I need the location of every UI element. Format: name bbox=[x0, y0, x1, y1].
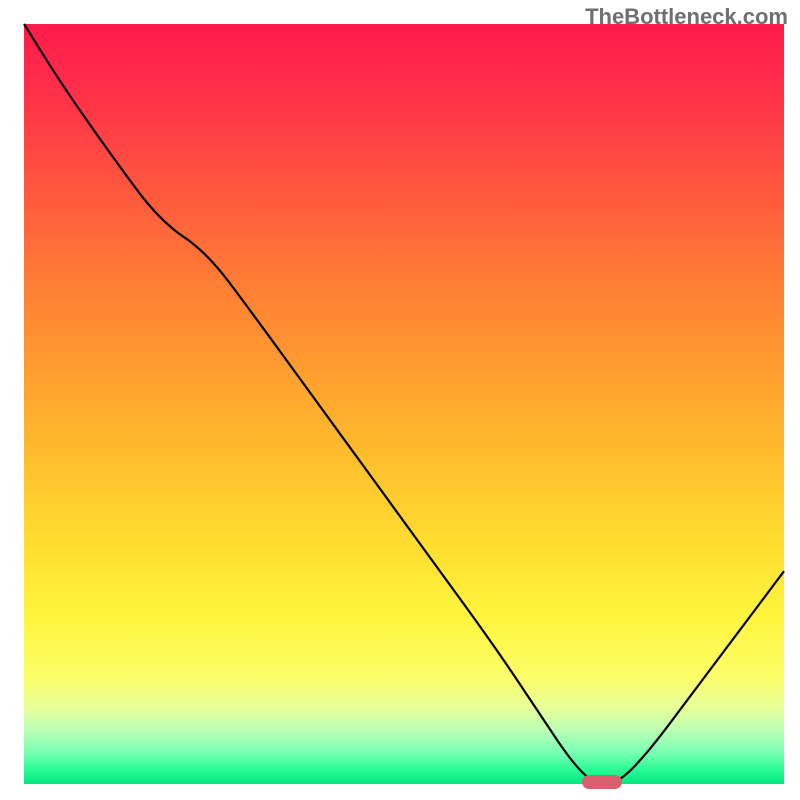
optimal-marker bbox=[582, 775, 622, 789]
chart-container: TheBottleneck.com bbox=[0, 0, 800, 800]
curve-svg bbox=[24, 24, 784, 784]
plot-area bbox=[24, 24, 784, 784]
bottleneck-curve bbox=[24, 24, 784, 784]
watermark-text: TheBottleneck.com bbox=[585, 4, 788, 30]
